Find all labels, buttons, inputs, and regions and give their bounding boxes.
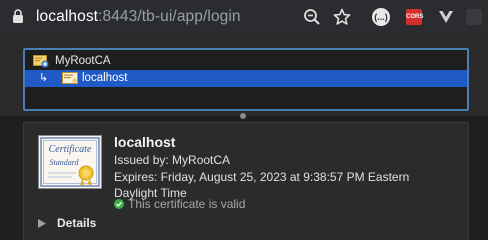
extension-icon[interactable] — [466, 9, 482, 25]
browser-toolbar: localhost:8443/tb-ui/app/login (...) COR… — [0, 0, 488, 34]
certificate-tree[interactable]: MyRootCA ↳ localhost — [23, 48, 469, 111]
details-toggle[interactable]: Details — [57, 216, 96, 230]
disclosure-triangle-icon[interactable] — [38, 219, 46, 228]
certificate-standard-icon: Certificate Standard — [38, 135, 102, 189]
tree-item-localhost[interactable]: ↳ localhost — [25, 70, 467, 87]
zoom-out-icon[interactable] — [302, 7, 322, 27]
extension-dots-icon[interactable]: (...) — [372, 8, 390, 26]
certificate-valid-status: This certificate is valid — [128, 197, 246, 211]
certificate-title: localhost — [114, 134, 176, 150]
bookmark-star-icon[interactable] — [332, 7, 352, 27]
vue-devtools-icon[interactable] — [438, 9, 454, 25]
url-host: localhost — [36, 8, 99, 25]
certificate-issuer: Issued by: MyRootCA — [114, 153, 231, 167]
url-path: :8443/tb-ui/app/login — [98, 8, 241, 25]
svg-text:Certificate: Certificate — [49, 144, 92, 155]
cors-extension-icon[interactable]: CORS — [406, 9, 423, 25]
certificate-expiry: Expires: Friday, August 25, 2023 at 9:38… — [114, 170, 410, 184]
localhost-label: localhost — [82, 72, 128, 84]
child-arrow-icon: ↳ — [39, 72, 49, 84]
tree-item-root-ca[interactable]: MyRootCA — [25, 53, 467, 70]
split-view-handle[interactable] — [240, 113, 246, 119]
certificate-icon — [62, 72, 78, 84]
svg-text:Standard: Standard — [49, 158, 79, 167]
root-ca-label: MyRootCA — [55, 55, 111, 67]
certificate-authority-icon — [33, 55, 49, 68]
check-circle-icon — [114, 199, 124, 209]
lock-icon[interactable] — [12, 9, 24, 23]
address-bar[interactable]: localhost:8443/tb-ui/app/login — [36, 7, 241, 27]
